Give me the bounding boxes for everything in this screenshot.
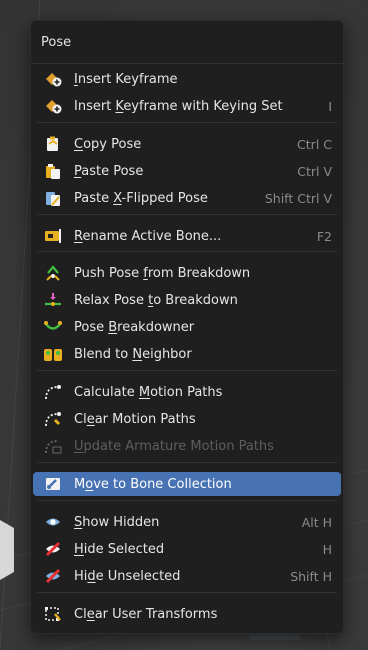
menu-separator — [37, 122, 337, 123]
menu-item-push-pose-from-breakdown[interactable]: Push Pose from Breakdown — [33, 261, 341, 285]
eye-icon — [42, 513, 64, 531]
menu-item-label: Update Armature Motion Paths — [74, 438, 274, 454]
menu-item-insert-keyframe[interactable]: Insert Keyframe — [33, 67, 341, 91]
shortcut-hint: Shift Ctrl V — [264, 190, 332, 206]
menu-item-show-hidden[interactable]: Show Hidden Alt H — [33, 510, 341, 534]
menu-item-label: Push Pose from Breakdown — [74, 265, 251, 281]
menu-item-label: Rename Active Bone... — [74, 228, 222, 244]
menu-item-label: Show Hidden — [74, 514, 160, 530]
menu-separator — [37, 251, 337, 252]
menu-item-label: Calculate Motion Paths — [74, 384, 223, 400]
menu-item-label: Move to Bone Collection — [74, 476, 232, 492]
relax-pose-icon — [42, 291, 64, 309]
breakdowner-icon — [42, 318, 64, 336]
menu-item-label: Paste X-Flipped Pose — [74, 190, 208, 206]
menu-item-insert-keyframe-keying-set[interactable]: Insert Keyframe with Keying Set I — [33, 94, 341, 118]
shortcut-hint: H — [322, 541, 332, 557]
clear-transforms-icon — [42, 605, 64, 623]
menu-item-label: Blend to Neighbor — [74, 346, 192, 362]
motion-path-clear-icon — [42, 410, 64, 428]
menu-item-label: Hide Unselected — [74, 568, 181, 584]
menu-separator — [37, 500, 337, 501]
copy-pose-icon — [42, 135, 64, 153]
menu-item-pose-breakdowner[interactable]: Pose Breakdowner — [33, 315, 341, 339]
menu-item-label: Pose Breakdowner — [74, 319, 195, 335]
rename-icon — [42, 227, 64, 245]
menu-item-relax-pose-to-breakdown[interactable]: Relax Pose to Breakdown — [33, 288, 341, 312]
menu-separator — [37, 370, 337, 371]
menu-separator — [37, 462, 337, 463]
menu-item-label: Clear User Transforms — [74, 606, 218, 622]
menu-item-label: Insert Keyframe — [74, 71, 178, 87]
menu-item-blend-to-neighbor[interactable]: Blend to Neighbor — [33, 342, 341, 366]
menu-item-label: Clear Motion Paths — [74, 411, 196, 427]
shortcut-hint: F2 — [316, 228, 332, 244]
bone-collection-icon — [42, 475, 64, 493]
blend-neighbor-icon — [42, 345, 64, 363]
menu-item-clear-user-transforms[interactable]: Clear User Transforms — [33, 602, 341, 626]
menu-item-hide-unselected[interactable]: Hide Unselected Shift H — [33, 564, 341, 588]
hide-selected-icon — [42, 540, 64, 558]
motion-path-icon — [42, 383, 64, 401]
shortcut-hint: Alt H — [301, 514, 332, 530]
menu-item-clear-motion-paths[interactable]: Clear Motion Paths — [33, 407, 341, 431]
shortcut-hint: Ctrl C — [297, 136, 332, 152]
menu-item-update-armature-motion-paths: Update Armature Motion Paths — [33, 434, 341, 458]
menu-item-label: Copy Pose — [74, 136, 142, 152]
menu-item-paste-x-flipped-pose[interactable]: Paste X-Flipped Pose Shift Ctrl V — [33, 186, 341, 210]
paste-pose-icon — [42, 162, 64, 180]
shortcut-hint: Ctrl V — [297, 163, 332, 179]
menu-item-copy-pose[interactable]: Copy Pose Ctrl C — [33, 132, 341, 156]
menu-item-label: Insert Keyframe with Keying Set — [74, 98, 283, 114]
shortcut-hint: I — [328, 98, 332, 114]
menu-item-paste-pose[interactable]: Paste Pose Ctrl V — [33, 159, 341, 183]
push-pose-icon — [42, 264, 64, 282]
motion-path-update-icon — [42, 437, 64, 455]
keyframe-insert-icon — [42, 70, 64, 88]
menu-item-hide-selected[interactable]: Hide Selected H — [33, 537, 341, 561]
menu-separator — [37, 214, 337, 215]
keyframe-insert-icon — [42, 97, 64, 115]
hide-unselected-icon — [42, 567, 64, 585]
menu-item-label: Relax Pose to Breakdown — [74, 292, 238, 308]
menu-title: Pose — [31, 21, 343, 64]
pose-menu: Pose Insert Keyframe Insert Keyframe with… — [30, 20, 344, 634]
menu-item-rename-active-bone[interactable]: Rename Active Bone... F2 — [33, 224, 341, 248]
paste-flipped-icon — [42, 189, 64, 207]
menu-item-move-to-bone-collection[interactable]: Move to Bone Collection — [33, 472, 341, 496]
menu-item-label: Hide Selected — [74, 541, 165, 557]
menu-item-calculate-motion-paths[interactable]: Calculate Motion Paths — [33, 380, 341, 404]
menu-separator — [37, 592, 337, 593]
menu-item-label: Paste Pose — [74, 163, 144, 179]
shortcut-hint: Shift H — [290, 568, 332, 584]
